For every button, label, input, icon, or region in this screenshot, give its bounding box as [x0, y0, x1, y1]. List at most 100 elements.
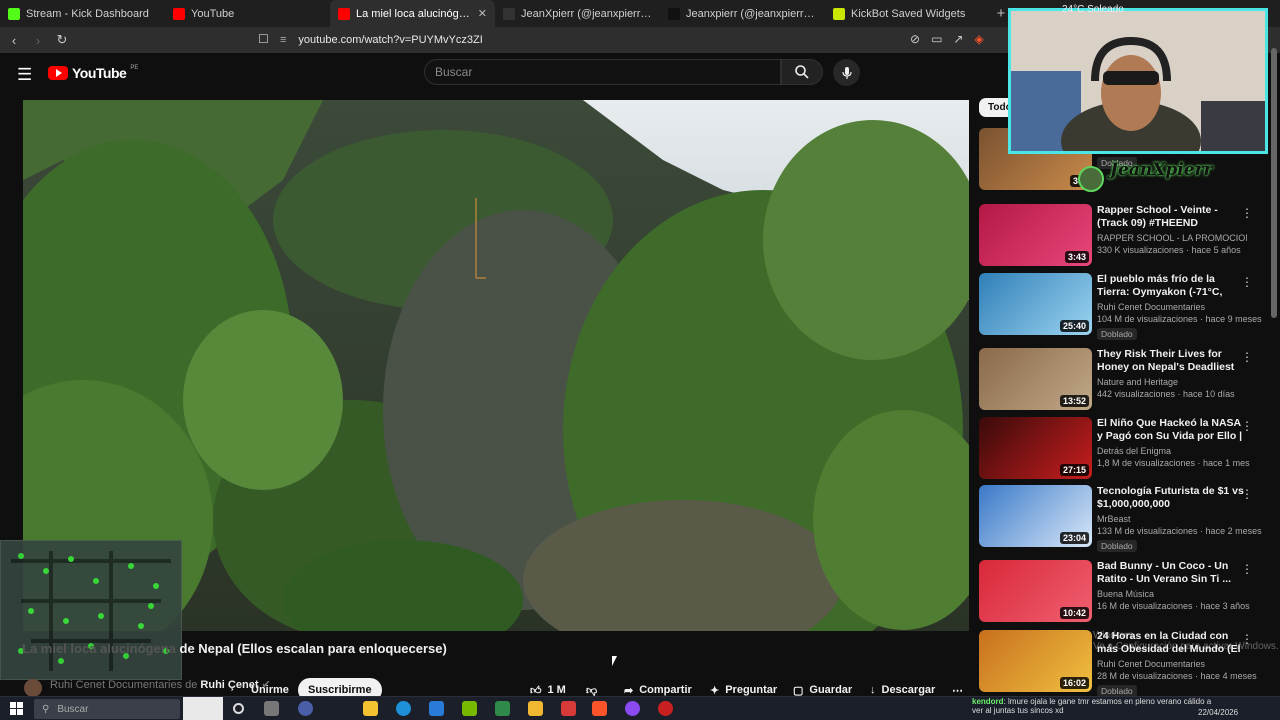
cast-icon[interactable]: ▭: [931, 32, 942, 46]
recommendation-item[interactable]: 3:43 Rapper School - Veinte - (Track 09) …: [979, 204, 1269, 270]
recommendation-channel: Ruhi Cenet Documentaries: [1097, 659, 1206, 669]
ask-label: Preguntar: [725, 684, 778, 696]
recommendation-thumbnail[interactable]: 3:43: [979, 204, 1092, 266]
tab-title: KickBot Saved Widgets: [851, 7, 966, 20]
download-icon: ↓: [870, 684, 876, 696]
recommendation-info: Bad Bunny - Un Coco - Un Ratito - Un Ver…: [1097, 560, 1250, 611]
video-title-text: de Nepal (Ellos escalan para enloquecers…: [179, 641, 447, 656]
recommendation-item[interactable]: 27:15 El Niño Que Hackeó la NASA y Pagó c…: [979, 417, 1269, 483]
search-icon: [795, 65, 809, 79]
store-icon[interactable]: [363, 701, 378, 716]
logo-text: YouTube: [72, 65, 127, 81]
address-bar[interactable]: ≡ youtube.com/watch?v=PUYMvYcz3ZI: [280, 30, 1000, 50]
like-count: 1 M: [547, 684, 566, 696]
download-label: Descargar: [881, 684, 936, 696]
toolbar-actions: ⊘ ▭ ↗ ◈: [910, 32, 984, 46]
share-icon[interactable]: ↗: [953, 32, 963, 46]
duration-badge: 10:42: [1059, 607, 1089, 619]
speed-app-icon[interactable]: [298, 701, 313, 716]
browser-tab[interactable]: KickBot Saved Widgets: [825, 0, 990, 27]
discord-icon[interactable]: [625, 701, 640, 716]
recommendation-thumbnail[interactable]: 27:15: [979, 417, 1092, 479]
voice-search-button[interactable]: [833, 59, 860, 86]
more-options-icon[interactable]: ⋮: [1241, 419, 1253, 433]
reload-icon[interactable]: ↻: [52, 32, 72, 48]
tab-title: YouTube: [191, 7, 235, 20]
browser-tab[interactable]: Jeanxpierr (@jeanxpierrr) | TikTok: [660, 0, 825, 27]
join-label: Unirme: [251, 684, 289, 696]
recommendation-thumbnail[interactable]: 25:40: [979, 273, 1092, 335]
recommendation-title: Tecnología Futurista de $1 vs $1,000,000…: [1097, 485, 1244, 510]
more-options-icon[interactable]: ⋮: [1241, 350, 1253, 364]
app-red-icon[interactable]: [561, 701, 576, 716]
minimap-graphic: [1, 541, 181, 679]
video-title: La miel loca alucinógena de Nepal (Ellos…: [22, 641, 447, 656]
recommendation-thumbnail[interactable]: 16:02: [979, 630, 1092, 692]
recommendation-meta: 104 M de visualizaciones · hace 9 meses: [1097, 314, 1262, 324]
mail-icon[interactable]: [429, 701, 444, 716]
back-icon[interactable]: ‹: [4, 33, 24, 48]
kick-avatar-icon: [1078, 166, 1104, 192]
tab-title: La miel loca alucinógena de N: [356, 7, 472, 20]
task-view-icon[interactable]: [233, 703, 244, 714]
more-options-icon[interactable]: ⋮: [1241, 275, 1253, 289]
more-options-icon[interactable]: ⋮: [1241, 562, 1253, 576]
channel-avatar[interactable]: [24, 679, 42, 697]
recommendation-item[interactable]: 23:04 Tecnología Futurista de $1 vs $1,00…: [979, 485, 1269, 552]
menu-icon[interactable]: ☰: [17, 65, 32, 85]
screen: Stream - Kick Dashboard YouTube La miel lo…: [0, 0, 1280, 720]
recommendation-thumbnail[interactable]: 23:04: [979, 485, 1092, 547]
widgets-icon[interactable]: [264, 701, 279, 716]
search-input[interactable]: Buscar: [424, 59, 781, 85]
like-icon: 👍︎: [530, 684, 542, 697]
taskbar-white-block: [183, 697, 223, 720]
start-icon[interactable]: [10, 702, 23, 715]
browser-tab[interactable]: YouTube: [165, 0, 330, 27]
recommendation-thumbnail[interactable]: 13:52: [979, 348, 1092, 410]
brave-shield-icon[interactable]: ◈: [974, 32, 983, 46]
taskbar-search-label: Buscar: [57, 703, 89, 715]
duration-badge: 3:43: [1064, 251, 1089, 263]
browser-tab[interactable]: La miel loca alucinógena de N ✕: [330, 0, 495, 27]
search-button[interactable]: [781, 59, 823, 85]
channel-name-faded: Ruhi Cenet Documentaries de: [50, 679, 201, 691]
video-title-faded: La miel loca alucinógena: [22, 641, 180, 656]
taskbar-weather[interactable]: 24°C Soleado: [1062, 4, 1124, 15]
tab-favicon-icon: [833, 7, 845, 20]
recommendation-info: Rapper School - Veinte - (Track 09) #THE…: [1097, 204, 1247, 255]
extensions-icon[interactable]: ⊘: [910, 32, 920, 46]
nvidia-icon[interactable]: [462, 701, 477, 716]
share-arrow-icon: ➦: [624, 684, 634, 697]
more-options-icon[interactable]: ⋮: [1241, 487, 1253, 501]
forward-icon[interactable]: ›: [28, 33, 48, 48]
browser-tab[interactable]: JeanXpierr (@jeanxpierr) / X: [495, 0, 660, 27]
recommendation-channel: Nature and Heritage: [1097, 377, 1179, 387]
tab-favicon-icon: [8, 7, 20, 20]
more-options-icon[interactable]: ⋮: [1241, 206, 1253, 220]
brave-icon[interactable]: [592, 701, 607, 716]
obs-icon[interactable]: [658, 701, 673, 716]
site-info-icon[interactable]: ≡: [280, 34, 286, 46]
recommendation-item[interactable]: 10:42 Bad Bunny - Un Coco - Un Ratito - U…: [979, 560, 1269, 626]
tab-favicon-icon: [173, 7, 185, 20]
youtube-logo[interactable]: YouTube PE: [48, 65, 138, 81]
save-label: Guardar: [809, 684, 853, 696]
taskbar-date[interactable]: 22/04/2026: [1198, 708, 1238, 717]
bookmark-icon[interactable]: ☐: [258, 32, 269, 46]
duration-badge: 27:15: [1059, 464, 1089, 476]
recommendation-info: El Niño Que Hackeó la NASA y Pagó con Su…: [1097, 417, 1250, 468]
excel-icon[interactable]: [495, 701, 510, 716]
browser-tab[interactable]: Stream - Kick Dashboard: [0, 0, 165, 27]
url-text: youtube.com/watch?v=PUYMvYcz3ZI: [298, 34, 483, 46]
folder-icon[interactable]: [528, 701, 543, 716]
channel-name[interactable]: Ruhi Cenet Documentaries de Ruhi Çenet ✔: [50, 678, 271, 691]
recommendation-item[interactable]: 25:40 El pueblo más frío de la Tierra: Oy…: [979, 273, 1269, 340]
tab-close-icon[interactable]: ✕: [478, 7, 487, 20]
taskbar-search[interactable]: ⚲ Buscar: [34, 699, 180, 719]
dubbed-badge: Doblado: [1097, 685, 1137, 696]
mouse-cursor-icon: [612, 656, 617, 666]
recommendation-item[interactable]: 13:52 They Risk Their Lives for Honey on …: [979, 348, 1269, 414]
recommendation-thumbnail[interactable]: 10:42: [979, 560, 1092, 622]
page-scrollbar[interactable]: [1271, 48, 1277, 318]
edge-icon[interactable]: [396, 701, 411, 716]
